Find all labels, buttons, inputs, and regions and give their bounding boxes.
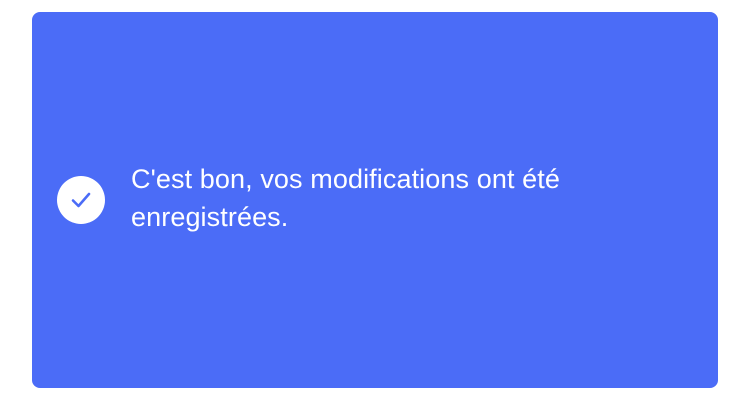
success-toast: C'est bon, vos modifications ont été enr…: [32, 12, 718, 388]
checkmark-icon: [71, 192, 91, 208]
success-message: C'est bon, vos modifications ont été enr…: [131, 164, 560, 232]
check-circle-icon: [57, 176, 105, 224]
